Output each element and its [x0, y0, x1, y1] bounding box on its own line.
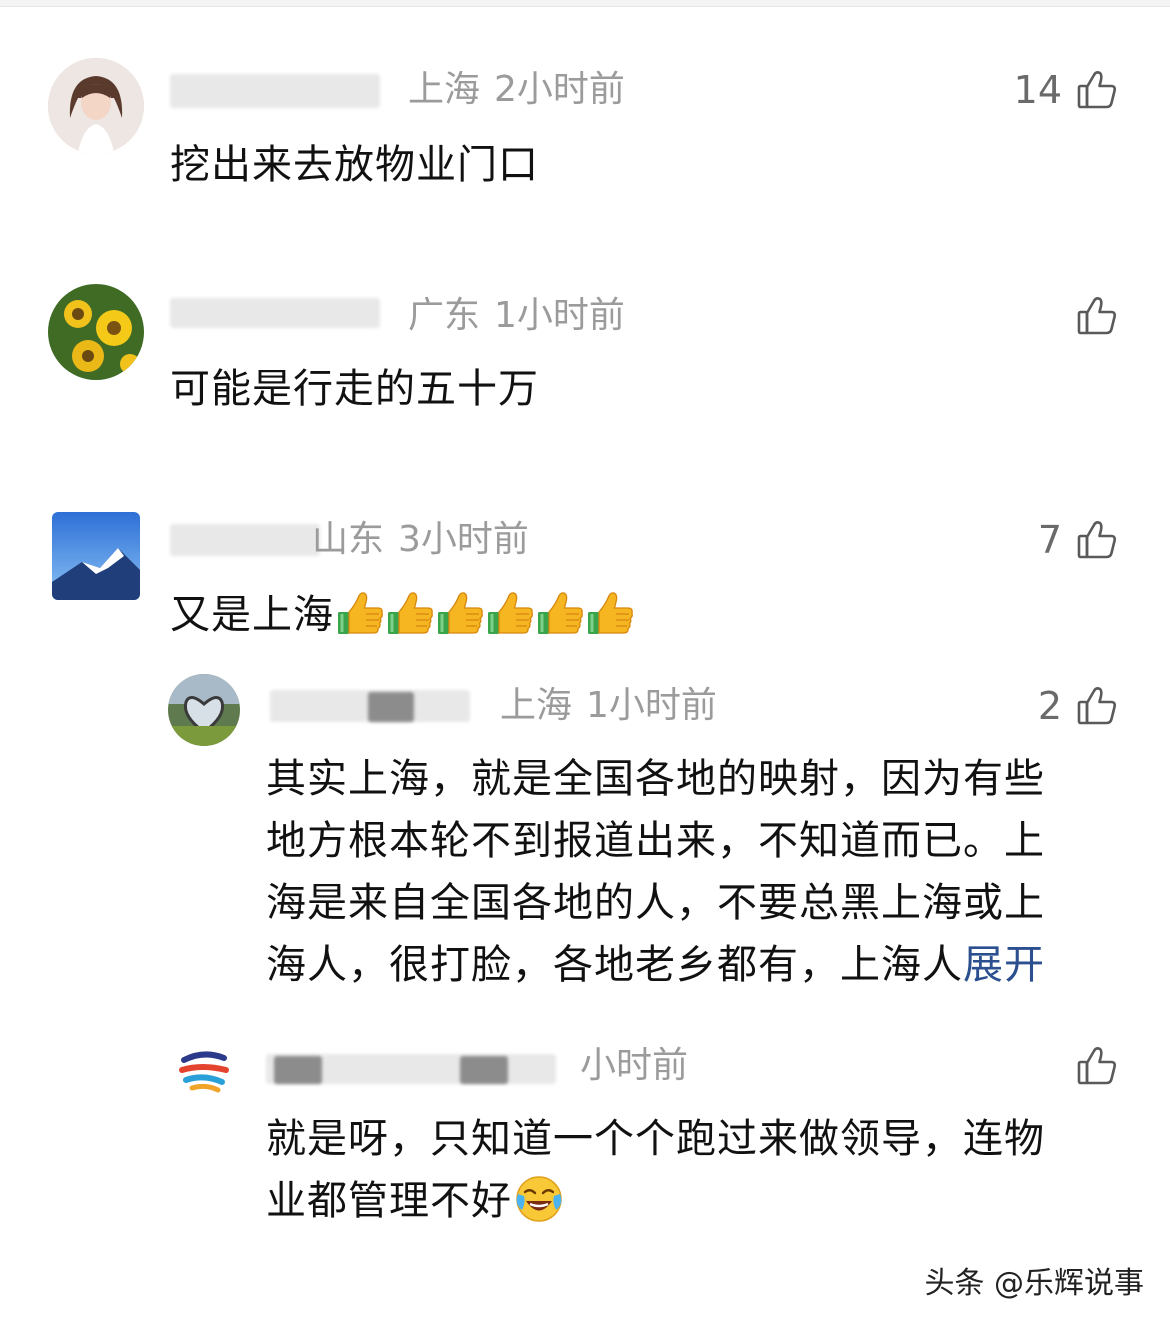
comment-meta: 广东 1小时前	[408, 294, 625, 338]
avatar[interactable]	[48, 284, 144, 380]
thumbs-up-emoji-icon	[536, 590, 584, 636]
reply-text-line: 就是呀，只知道一个个跑过来做领导，连物	[266, 1116, 1045, 1162]
username-redacted	[170, 74, 380, 108]
comment-meta: 山东 3小时前	[312, 518, 529, 562]
location: 山东	[312, 519, 385, 560]
username-redacted	[368, 692, 414, 722]
avatar[interactable]	[52, 512, 140, 600]
timestamp: 小时前	[580, 1045, 689, 1086]
reply-2: 小时前 就是呀，只知道一个个跑过来做领导，连物 业都管理不好	[0, 0, 1170, 1224]
username-redacted	[274, 1056, 322, 1084]
thumbs-up-emoji-icon	[586, 590, 634, 636]
location: 上海	[408, 69, 481, 110]
timestamp: 2小时前	[494, 69, 625, 110]
location: 广东	[408, 295, 481, 336]
reply-text-line-last: 海人，很打脸，各地老乡都有，上海人展开	[266, 934, 1126, 996]
like-count: 14	[1013, 68, 1062, 112]
thumbs-up-emoji-icon	[336, 590, 384, 636]
reply-text: 其实上海，就是全国各地的映射，因为有些 地方根本轮不到报道出来，不知道而已。上 …	[266, 748, 1126, 996]
thumbs-up-icon	[1076, 295, 1118, 337]
timestamp: 1小时前	[586, 685, 717, 726]
like-count: 2	[1037, 684, 1062, 728]
reply-text-line: 业都管理不好	[266, 1178, 512, 1224]
thumbs-up-emoji-icon	[386, 590, 434, 636]
timestamp: 3小时前	[398, 519, 529, 560]
timestamp: 1小时前	[494, 295, 625, 336]
reply-text-line-last: 业都管理不好	[266, 1170, 1126, 1232]
comment-1: 上海 2小时前 14 挖出来去放物业门口	[0, 0, 1170, 220]
comment-text-content: 又是上海	[170, 592, 334, 638]
username-redacted	[170, 298, 380, 328]
thumbs-up-emoji-icon	[486, 590, 534, 636]
username-redacted	[170, 524, 320, 556]
like-button[interactable]: 14	[1014, 66, 1118, 114]
reply-text-line: 海是来自全国各地的人，不要总黑上海或上	[266, 880, 1045, 926]
rofl-emoji-icon	[514, 1174, 564, 1224]
watermark: 头条 @乐辉说事	[924, 1266, 1144, 1301]
expand-link[interactable]: 展开	[963, 942, 1045, 988]
like-button[interactable]: 7	[1038, 516, 1118, 564]
avatar[interactable]	[168, 674, 240, 746]
reply-text: 就是呀，只知道一个个跑过来做领导，连物 业都管理不好	[266, 1108, 1126, 1232]
location: 上海	[500, 685, 573, 726]
thumbs-up-icon	[1076, 685, 1118, 727]
like-count: 7	[1037, 518, 1062, 562]
avatar[interactable]	[170, 1036, 238, 1104]
thumbs-up-emoji-icon	[436, 590, 484, 636]
reply-text-line: 地方根本轮不到报道出来，不知道而已。上	[266, 818, 1045, 864]
comment-text: 可能是行走的五十万	[170, 366, 539, 412]
reply-meta: 上海 1小时前	[500, 684, 717, 728]
like-button[interactable]	[1062, 292, 1118, 340]
username-redacted	[460, 1056, 508, 1084]
thumbs-up-icon	[1076, 1045, 1118, 1087]
reply-text-line: 其实上海，就是全国各地的映射，因为有些	[266, 756, 1045, 802]
thumbs-up-icon	[1076, 69, 1118, 111]
comment-text: 又是上海	[170, 584, 634, 646]
like-button[interactable]	[1062, 1042, 1118, 1090]
comment-meta: 上海 2小时前	[408, 68, 625, 112]
reply-text-line: 海人，很打脸，各地老乡都有，上海人	[266, 942, 963, 988]
like-button[interactable]: 2	[1038, 682, 1118, 730]
thumbs-up-icon	[1076, 519, 1118, 561]
reply-meta: 小时前	[580, 1044, 688, 1088]
comment-text: 挖出来去放物业门口	[170, 142, 539, 188]
avatar[interactable]	[48, 58, 144, 154]
